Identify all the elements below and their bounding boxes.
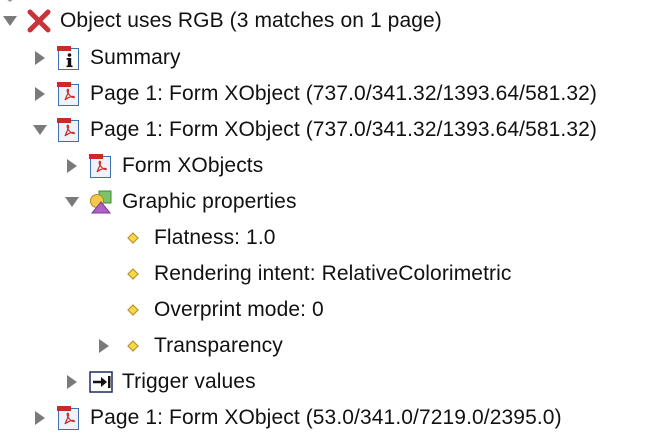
pdf-document-icon (56, 117, 82, 143)
pdf-document-icon (56, 81, 82, 107)
tree-row-label: Rendering intent: RelativeColorimetric (154, 262, 512, 285)
tree-row-summary[interactable]: Summary (30, 40, 181, 76)
tree-row-graphic-properties[interactable]: Graphic properties (62, 184, 297, 220)
graphic-shapes-icon (88, 189, 114, 215)
expand-toggle-collapsed-icon[interactable] (30, 84, 50, 104)
expand-toggle-collapsed-icon[interactable] (30, 48, 50, 68)
trigger-arrow-icon (88, 369, 114, 395)
tree-row-label: Page 1: Form XObject (737.0/341.32/1393.… (90, 82, 598, 105)
tree-row-trigger-values[interactable]: Trigger values (62, 364, 256, 400)
tree-row-label: Form XObjects (122, 154, 264, 177)
error-x-icon (26, 8, 52, 34)
tree-row-label: Page 1: Form XObject (53.0/341.0/7219.0/… (90, 406, 562, 429)
tree-row-label: Overprint mode: 0 (154, 298, 324, 321)
expand-toggle-expanded-icon[interactable] (30, 120, 50, 140)
expand-toggle-expanded-icon[interactable] (0, 11, 20, 31)
expand-toggle-collapsed-icon[interactable] (62, 156, 82, 176)
info-document-icon (56, 45, 82, 71)
expand-toggle-collapsed-icon[interactable] (62, 372, 82, 392)
tree-row-flatness[interactable]: Flatness: 1.0 (94, 220, 276, 256)
tree-row-label: Flatness: 1.0 (154, 226, 276, 249)
tree-row-overprint-mode[interactable]: Overprint mode: 0 (94, 292, 324, 328)
expand-toggle-collapsed-icon[interactable] (30, 408, 50, 428)
tree-row-root[interactable]: Object uses RGB (3 matches on 1 page) (0, 3, 442, 39)
tree-row-label: Graphic properties (122, 190, 297, 213)
tree-row-rendering-intent[interactable]: Rendering intent: RelativeColorimetric (94, 256, 511, 292)
property-diamond-icon (120, 261, 146, 287)
tree-row-label: Summary (90, 46, 181, 69)
property-diamond-icon (120, 333, 146, 359)
tree-row-page-form-1[interactable]: Page 1: Form XObject (737.0/341.32/1393.… (30, 76, 597, 112)
tree-row-label: Object uses RGB (3 matches on 1 page) (60, 9, 442, 32)
property-diamond-icon (120, 297, 146, 323)
tree-row-page-form-3[interactable]: Page 1: Form XObject (53.0/341.0/7219.0/… (30, 400, 562, 436)
tree-row-transparency[interactable]: Transparency (94, 328, 283, 364)
expand-toggle-collapsed-icon[interactable] (94, 336, 114, 356)
tree-row-label: Page 1: Form XObject (737.0/341.32/1393.… (90, 118, 598, 141)
tree-row-page-form-2[interactable]: Page 1: Form XObject (737.0/341.32/1393.… (30, 112, 597, 148)
tree-row-label: Trigger values (122, 370, 256, 393)
expand-toggle-expanded-icon[interactable] (62, 192, 82, 212)
tree-row-form-xobjects[interactable]: Form XObjects (62, 148, 263, 184)
pdf-document-icon (56, 405, 82, 431)
property-diamond-icon (120, 225, 146, 251)
tree-row-label: Transparency (154, 334, 283, 357)
pdf-document-icon (88, 153, 114, 179)
